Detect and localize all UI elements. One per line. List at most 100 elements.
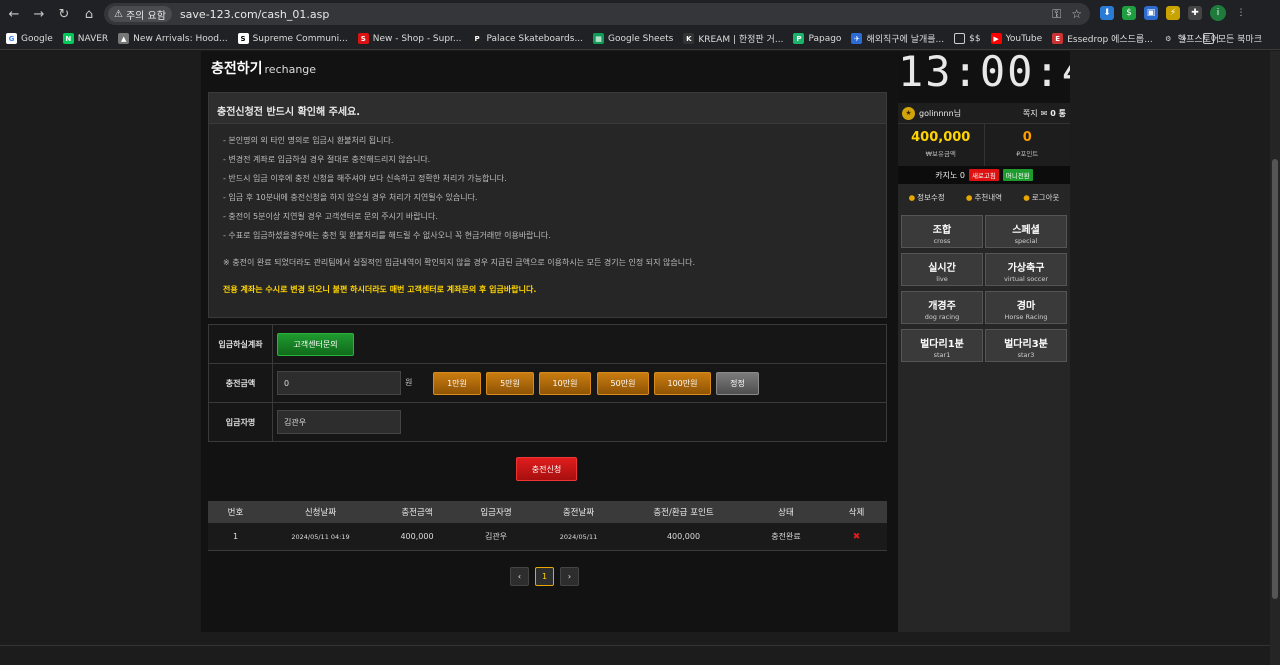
extension-icon[interactable]: ⚡: [1166, 6, 1180, 20]
game-star3-button[interactable]: 벌다리3분 star3: [985, 329, 1067, 362]
game-virtual-soccer-button[interactable]: 가상축구 virtual soccer: [985, 253, 1067, 286]
home-icon[interactable]: ⌂: [78, 3, 100, 25]
notice-line: - 입금 후 10분내에 충전신청을 하지 않으실 경우 처리가 지연될수 있습…: [223, 193, 478, 202]
customer-center-button[interactable]: 고객센터문의: [277, 333, 354, 356]
game-dog-racing-button[interactable]: 개경주 dog racing: [901, 291, 983, 324]
url-text[interactable]: save-123.com/cash_01.asp: [180, 8, 329, 21]
cell-points: 400,000: [666, 532, 701, 541]
refresh-button[interactable]: 새로고침: [968, 169, 999, 181]
page-title: 충전하기 rechange: [211, 61, 317, 77]
bookmark-item[interactable]: G Google: [6, 33, 53, 44]
pagination: ‹ 1 ›: [510, 567, 579, 586]
back-icon[interactable]: ←: [3, 3, 25, 25]
scrollbar[interactable]: [1270, 51, 1280, 665]
col-header: 상태: [778, 508, 794, 518]
col-header: 충전금액: [401, 508, 433, 518]
amount-500k-button[interactable]: 50만원: [597, 372, 649, 395]
site-icon: ▲: [118, 33, 130, 44]
extension-icon[interactable]: ▣: [1144, 6, 1158, 20]
security-chip[interactable]: ⚠ 주의 요함: [108, 6, 172, 22]
notice-line: - 충전이 5분이상 지연될 경우 고객센터로 문의 주시기 바랍니다.: [223, 212, 438, 221]
prev-page-button[interactable]: ‹: [510, 567, 529, 586]
bookmark-item[interactable]: P Palace Skateboards...: [471, 33, 583, 44]
messages-link[interactable]: 쪽지 ✉ 0 통: [1023, 108, 1066, 119]
submit-deposit-button[interactable]: 충전신청: [516, 457, 577, 481]
game-special-button[interactable]: 스페셜 special: [985, 215, 1067, 248]
amount-50k-button[interactable]: 5만원: [486, 372, 534, 395]
amount-10k-button[interactable]: 1만원: [433, 372, 481, 395]
page-1-button[interactable]: 1: [535, 567, 554, 586]
deposit-form: 입금하실계좌 고객센터문의 충전금액 0 원 1만원 5만원 10만원 50만원…: [208, 324, 887, 442]
delete-icon[interactable]: ✖: [826, 532, 887, 542]
amount-input[interactable]: 0: [277, 371, 401, 395]
reset-button[interactable]: 정정: [716, 372, 759, 395]
bookmark-item[interactable]: $$: [954, 33, 981, 44]
bookmark-item[interactable]: P Papago: [793, 33, 841, 44]
game-star1-button[interactable]: 벌다리1분 star1: [901, 329, 983, 362]
notice-line: - 변경전 계좌로 입금하실 경우 절대로 충전해드리지 않습니다.: [223, 155, 431, 164]
bookmark-item[interactable]: S Supreme Communi...: [237, 33, 348, 44]
forward-icon[interactable]: →: [28, 3, 50, 25]
account-row: 입금하실계좌 고객센터문의: [209, 325, 886, 364]
bookmark-item[interactable]: ▦ Google Sheets: [593, 33, 673, 44]
cell-status: 충전완료: [771, 532, 801, 541]
won-unit: 원: [405, 378, 413, 387]
balance-value: 400,000: [911, 130, 971, 145]
site-icon: E: [1052, 33, 1064, 44]
money-convert-button[interactable]: 머니전환: [1002, 169, 1033, 181]
points-value: 0: [1022, 130, 1032, 145]
site-icon: S: [237, 33, 249, 44]
bookmark-item[interactable]: S New - Shop - Supr...: [357, 33, 462, 44]
col-header: 번호: [227, 508, 244, 518]
bookmark-item[interactable]: E Essedrop 에스드롭...: [1052, 32, 1153, 45]
download-icon[interactable]: ⬇: [1100, 6, 1114, 20]
google-icon: G: [6, 33, 17, 44]
cell-amount: 400,000: [400, 532, 434, 541]
logout-icon: ●: [1023, 192, 1030, 202]
history-table: 번호 신청날짜 충전금액 입금자명 충전날짜 충전/환급 포인트 상태 삭제 1…: [208, 501, 887, 551]
edit-info-link[interactable]: ● 정보수정: [909, 192, 945, 203]
game-horse-racing-button[interactable]: 경마 Horse Racing: [985, 291, 1067, 324]
folder-icon: [954, 33, 966, 44]
address-bar[interactable]: ⚠ 주의 요함 save-123.com/cash_01.asp ⚿ ☆: [104, 3, 1090, 25]
papago-icon: P: [793, 33, 805, 44]
bookmark-item[interactable]: ▲ New Arrivals: Hood...: [118, 33, 228, 44]
browser-toolbar: ← → ↻ ⌂ ⚠ 주의 요함 save-123.com/cash_01.asp…: [0, 0, 1280, 28]
level-badge-icon: ★: [902, 106, 915, 120]
extension-icon[interactable]: $: [1122, 6, 1136, 20]
clock-display: 13:00:44: [898, 51, 1070, 103]
notice-warning: 전용 계좌는 수시로 변경 되오니 불편 하시더라도 매번 고객센터로 계좌문의…: [223, 285, 537, 294]
game-cross-button[interactable]: 조합 cross: [901, 215, 983, 248]
key-icon[interactable]: ⚿: [1052, 7, 1061, 22]
sheets-icon: ▦: [593, 33, 605, 44]
table-row: 1 2024/05/11 04:19 400,000 김관우 2024/05/1…: [208, 523, 887, 551]
profile-avatar[interactable]: i: [1210, 5, 1226, 21]
bookmark-star-icon[interactable]: ☆: [1071, 7, 1082, 22]
casino-balance: 카지노 0: [935, 170, 965, 180]
bookmark-item[interactable]: K KREAM | 한정판 거...: [683, 32, 783, 45]
points-label: ₽포인트: [1016, 150, 1039, 158]
users-icon: ●: [965, 192, 973, 202]
bookmark-item[interactable]: ✈ 해외직구에 날개를...: [851, 32, 944, 45]
notice-extra: ※ 충전이 완료 되었더라도 관리팀에서 실질적인 입금내역이 확인되지 않을 …: [223, 258, 695, 267]
all-bookmarks[interactable]: 모든 북마크: [1202, 32, 1262, 45]
username: golinnnn님: [919, 108, 962, 118]
logout-link[interactable]: ● 로그아웃: [1023, 192, 1059, 203]
depositor-input[interactable]: 김관우: [277, 410, 401, 434]
next-page-button[interactable]: ›: [560, 567, 579, 586]
referral-link[interactable]: ● 추천내역: [966, 192, 1002, 203]
menu-icon[interactable]: ⋮: [1234, 6, 1248, 20]
reload-icon[interactable]: ↻: [53, 3, 75, 25]
puzzle-icon[interactable]: ✚: [1188, 6, 1202, 20]
amount-1m-button[interactable]: 100만원: [654, 372, 711, 395]
amount-100k-button[interactable]: 10만원: [539, 372, 591, 395]
bookmarks-more[interactable]: »: [1181, 34, 1187, 44]
youtube-icon: ▶: [990, 33, 1002, 44]
bookmark-item[interactable]: N NAVER: [62, 33, 108, 44]
game-live-button[interactable]: 실시간 live: [901, 253, 983, 286]
casino-row: 카지노 0 새로고침 머니전환: [898, 166, 1070, 184]
scrollbar-thumb[interactable]: [1272, 159, 1278, 599]
bookmark-item[interactable]: ▶ YouTube: [990, 33, 1042, 44]
col-header: 신청날짜: [304, 508, 337, 518]
notice-line: - 본인명의 외 타인 명의로 입금시 환불처리 됩니다.: [223, 136, 394, 145]
